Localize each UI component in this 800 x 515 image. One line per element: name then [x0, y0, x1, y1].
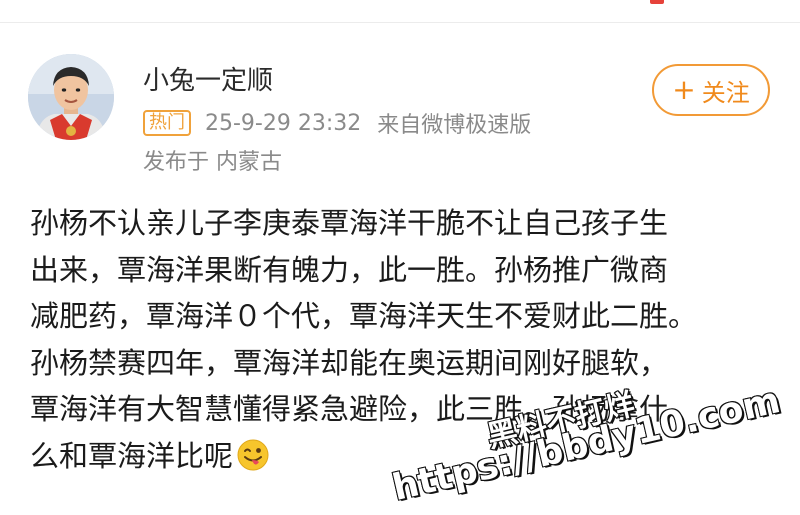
content-line-last: 么和覃海洋比呢 [30, 433, 778, 480]
author-name[interactable]: 小兔一定顺 [143, 60, 273, 97]
hot-badge: 热门 [143, 110, 191, 136]
avatar[interactable] [28, 54, 114, 140]
tongue-wink-emoji-icon [237, 439, 269, 470]
plus-icon: + [672, 73, 696, 106]
post-content: 孙杨不认亲儿子李庚泰覃海洋干脆不让自己孩子生 出来，覃海洋果断有魄力，此一胜。孙… [30, 200, 778, 479]
content-line: 覃海洋有大智慧懂得紧急避险，此三胜。孙杨拿什 [30, 392, 669, 426]
post-meta: 热门 25-9-29 23:32 来自微博极速版 [143, 108, 531, 138]
content-line: 减肥药，覃海洋０个代，覃海洋天生不爱财此二胜。 [30, 299, 698, 333]
avatar-image [28, 54, 114, 140]
follow-label: 关注 [701, 78, 750, 107]
top-bar [0, 0, 800, 23]
content-line-text: 么和覃海洋比呢 [30, 438, 234, 473]
notification-dot [650, 0, 664, 4]
follow-button[interactable]: + 关注 [652, 64, 770, 116]
post-source[interactable]: 来自微博极速版 [377, 107, 531, 139]
content-line: 孙杨不认亲儿子李庚泰覃海洋干脆不让自己孩子生 [30, 206, 669, 240]
post-location: 发布于 内蒙古 [143, 150, 282, 175]
content-line: 出来，覃海洋果断有魄力，此一胜。孙杨推广微商 [30, 252, 669, 287]
content-line: 孙杨禁赛四年，覃海洋却能在奥运期间刚好腿软， [30, 345, 669, 380]
post-timestamp: 25-9-29 23:32 [205, 110, 362, 136]
